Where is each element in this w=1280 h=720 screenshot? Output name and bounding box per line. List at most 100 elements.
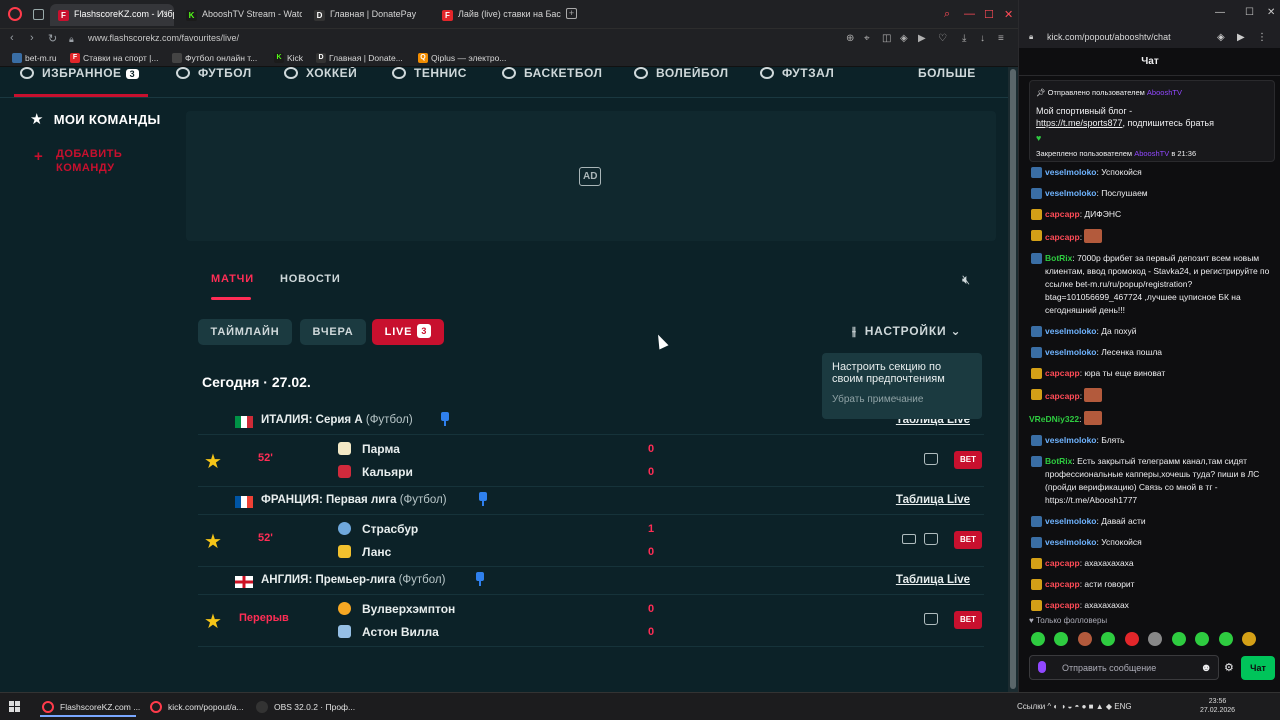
maximize-icon[interactable]: ☐ xyxy=(984,8,994,21)
bookmark-football-online[interactable]: Футбол онлайн т... xyxy=(172,53,257,63)
maximize-icon[interactable]: ☐ xyxy=(1245,7,1254,18)
league-name[interactable]: АНГЛИЯ: Премьер-лига (Футбол) xyxy=(261,574,445,586)
pin-icon[interactable] xyxy=(441,412,449,426)
chat-url[interactable]: kick.com/popout/abooshtv/chat xyxy=(1047,32,1171,42)
chat-username[interactable]: veselmoloko xyxy=(1045,435,1097,445)
nav-tennis[interactable]: ТЕННИС xyxy=(392,67,467,80)
emote-icon[interactable] xyxy=(1101,632,1116,646)
filter-timeline[interactable]: ТАЙМЛАЙН xyxy=(198,319,292,345)
table-live-link[interactable]: Таблица Live xyxy=(896,494,970,506)
emote-icon[interactable] xyxy=(1148,632,1163,646)
chat-username[interactable]: сарсарр xyxy=(1045,391,1080,401)
opera-icon[interactable] xyxy=(8,7,22,21)
heart-icon[interactable]: ♡ xyxy=(938,33,947,44)
match-row[interactable]: ★ 52' Парма Кальяри 0 0 BET xyxy=(198,435,984,487)
tab-matches[interactable]: МАТЧИ xyxy=(211,273,254,285)
tray-icons[interactable]: ^ ◐ ◑ ◒ ◓ ● ■ ▲ ◆ xyxy=(1047,702,1112,711)
play-icon[interactable]: ▶ xyxy=(1237,32,1245,43)
nav-basketball[interactable]: БАСКЕТБОЛ xyxy=(502,67,602,80)
bookmark-qiplus[interactable]: Q Qiplus — электро... xyxy=(418,53,506,63)
tab-news[interactable]: НОВОСТИ xyxy=(280,273,341,285)
match-row[interactable]: ★ Перерыв Вулверхэмптон Астон Вилла 0 0 … xyxy=(198,595,984,647)
emote-icon[interactable] xyxy=(1077,632,1092,646)
favorite-star-icon[interactable]: ★ xyxy=(204,529,222,554)
url-field[interactable]: www.flashscorekz.com/favourites/live/ xyxy=(88,33,239,43)
forward-icon[interactable]: › xyxy=(30,32,34,44)
clock[interactable]: 23:56 27.02.2026 xyxy=(1200,697,1235,715)
emote-icon[interactable] xyxy=(1171,632,1186,646)
pinned-link[interactable]: https://t.me/sports877 xyxy=(1036,118,1123,128)
chat-username[interactable]: veselmoloko xyxy=(1045,516,1097,526)
bet-button[interactable]: BET xyxy=(954,531,982,549)
chat-username[interactable]: сарсарр xyxy=(1045,579,1080,589)
chat-username[interactable]: сарсарр xyxy=(1045,600,1080,610)
nav-volleyball[interactable]: ВОЛЕЙБОЛ xyxy=(634,67,729,80)
filter-yesterday[interactable]: ВЧЕРА xyxy=(300,319,366,345)
close-icon[interactable]: × xyxy=(162,8,168,19)
chat-username[interactable]: veselmoloko xyxy=(1045,167,1097,177)
nav-favorites[interactable]: ИЗБРАННОЕ 3 xyxy=(20,67,140,80)
pin-icon[interactable] xyxy=(476,572,484,586)
chat-message-input[interactable]: Отправить сообщение ☻ xyxy=(1029,655,1219,680)
settings-button[interactable]: ⫲ НАСТРОЙКИ ⌄ xyxy=(852,324,961,339)
language-indicator[interactable]: ENG xyxy=(1114,702,1131,711)
chat-username[interactable]: veselmoloko xyxy=(1045,188,1097,198)
lineup-shirt-icon[interactable] xyxy=(924,533,938,545)
league-name[interactable]: ФРАНЦИЯ: Первая лига (Футбол) xyxy=(261,494,447,506)
taskbar-app-opera-flashscore[interactable]: FlashscoreKZ.com ... xyxy=(40,697,140,717)
chat-username[interactable]: veselmoloko xyxy=(1045,347,1097,357)
pin-icon[interactable] xyxy=(479,492,487,506)
back-icon[interactable]: ‹ xyxy=(10,32,14,44)
downloads-icon[interactable]: ↓ xyxy=(980,33,985,44)
emote-icon[interactable] xyxy=(1031,632,1045,646)
tab-kick-stream[interactable]: K AbooshTV Stream - Watc xyxy=(178,4,302,26)
emote-icon[interactable] xyxy=(1054,632,1069,646)
close-window-icon[interactable]: ✕ xyxy=(1267,7,1275,18)
tab-fonbet[interactable]: F Лайв (live) ставки на Бас xyxy=(434,4,562,26)
emote-icon[interactable] xyxy=(1242,632,1257,646)
minimize-icon[interactable]: — xyxy=(964,8,975,20)
bookmark-kick[interactable]: K Kick xyxy=(274,53,303,63)
tray-links-label[interactable]: Ссылки xyxy=(1017,702,1045,711)
nav-football[interactable]: ФУТБОЛ xyxy=(176,67,252,80)
chat-username[interactable]: BotRix xyxy=(1045,456,1072,466)
match-row[interactable]: ★ 52' Страсбур Ланс 1 0 BET xyxy=(198,515,984,567)
windows-start-icon[interactable] xyxy=(9,701,21,713)
chat-username[interactable]: сарсарр xyxy=(1045,558,1080,568)
tab-donatepay[interactable]: D Главная | DonatePay xyxy=(306,4,430,26)
zoom-icon[interactable]: ⊕ xyxy=(846,33,854,44)
shield-icon[interactable]: ◈ xyxy=(900,33,908,44)
chat-username[interactable]: сарсарр xyxy=(1045,368,1080,378)
bookmark-bet-m[interactable]: bet-m.ru xyxy=(12,53,57,63)
filter-live[interactable]: LIVE 3 xyxy=(372,319,444,345)
nav-futsal[interactable]: ФУТЗАЛ xyxy=(760,67,834,80)
league-name[interactable]: ИТАЛИЯ: Серия А (Футбол) xyxy=(261,414,413,426)
reload-icon[interactable]: ↻ xyxy=(48,32,57,45)
favorite-star-icon[interactable]: ★ xyxy=(204,449,222,474)
lineup-shirt-icon[interactable] xyxy=(924,453,938,465)
download-icon[interactable]: ⤓ xyxy=(962,33,966,44)
search-tabs-icon[interactable]: ⌕ xyxy=(944,8,950,21)
emoji-icon[interactable]: ☻ xyxy=(1200,662,1212,674)
tv-icon[interactable] xyxy=(902,534,916,544)
scrollbar-thumb[interactable] xyxy=(1010,69,1016,689)
taskbar-app-obs[interactable]: OBS 32.0.2 · Проф... xyxy=(254,697,355,717)
pinned-by-user[interactable]: AbooshTV xyxy=(1134,149,1169,158)
menu-icon[interactable]: ≡ xyxy=(998,33,1004,44)
camera-icon[interactable]: ◫ xyxy=(882,33,891,44)
bet-button[interactable]: BET xyxy=(954,451,982,469)
sent-by-user[interactable]: AbooshTV xyxy=(1147,88,1182,97)
chat-username[interactable]: сарсарр xyxy=(1045,209,1080,219)
bookmark-fonbet[interactable]: F Ставки на спорт |... xyxy=(70,53,158,63)
play-icon[interactable]: ▶ xyxy=(918,33,926,44)
chat-username[interactable]: VReDNiy322 xyxy=(1029,414,1079,424)
bet-button[interactable]: BET xyxy=(954,611,982,629)
nav-hockey[interactable]: ХОККЕЙ xyxy=(284,67,357,80)
shield-icon[interactable]: ◈ xyxy=(1217,32,1225,43)
page-scrollbar[interactable] xyxy=(1008,67,1018,692)
tab-flashscore[interactable]: F FlashscoreKZ.com - Избр × xyxy=(50,4,174,26)
chat-username[interactable]: BotRix xyxy=(1045,253,1072,263)
pin-icon[interactable]: ⌖ xyxy=(864,33,870,44)
new-tab-button[interactable]: + xyxy=(566,8,577,19)
table-live-link[interactable]: Таблица Live xyxy=(896,574,970,586)
